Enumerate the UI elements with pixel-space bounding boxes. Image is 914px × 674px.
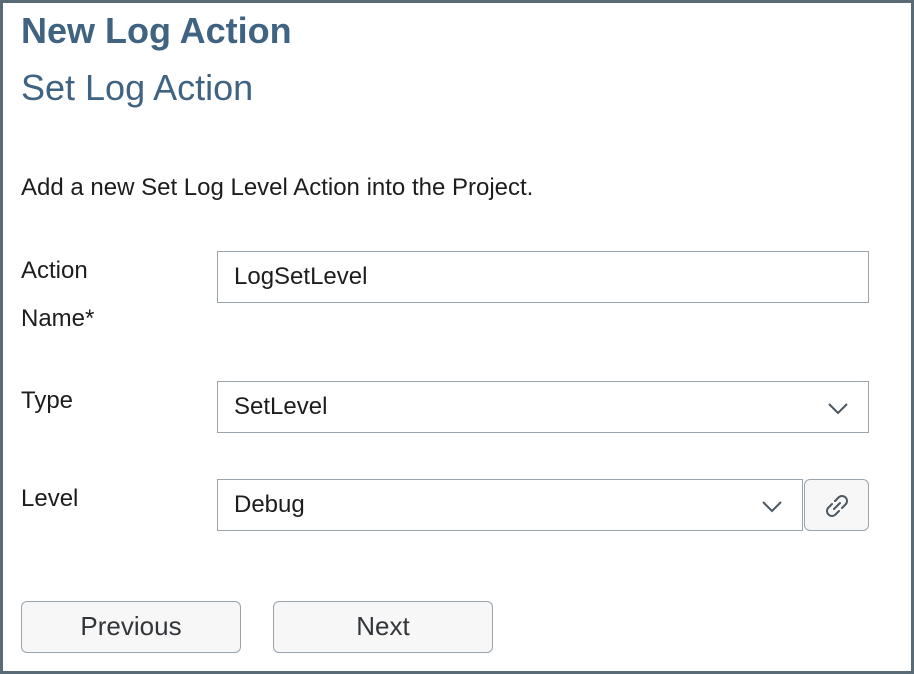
next-button[interactable]: Next <box>273 601 493 653</box>
level-link-button[interactable] <box>804 479 869 531</box>
new-log-action-dialog: New Log Action Set Log Action Add a new … <box>0 0 914 674</box>
dialog-description: Add a new Set Log Level Action into the … <box>21 174 534 201</box>
action-name-input[interactable]: LogSetLevel <box>217 251 869 303</box>
link-icon <box>826 495 848 517</box>
type-label: Type <box>21 387 74 414</box>
level-select-value: Debug <box>234 491 305 518</box>
previous-button[interactable]: Previous <box>21 601 241 653</box>
level-label: Level <box>21 485 79 512</box>
chevron-down-icon <box>828 403 848 415</box>
dialog-subtitle: Set Log Action <box>21 67 254 108</box>
level-select[interactable]: Debug <box>217 479 803 531</box>
chevron-down-icon <box>762 501 782 513</box>
action-name-label: Action Name* <box>21 257 95 332</box>
dialog-title: New Log Action <box>21 10 292 51</box>
type-select[interactable]: SetLevel <box>217 381 869 433</box>
type-select-value: SetLevel <box>234 393 328 420</box>
